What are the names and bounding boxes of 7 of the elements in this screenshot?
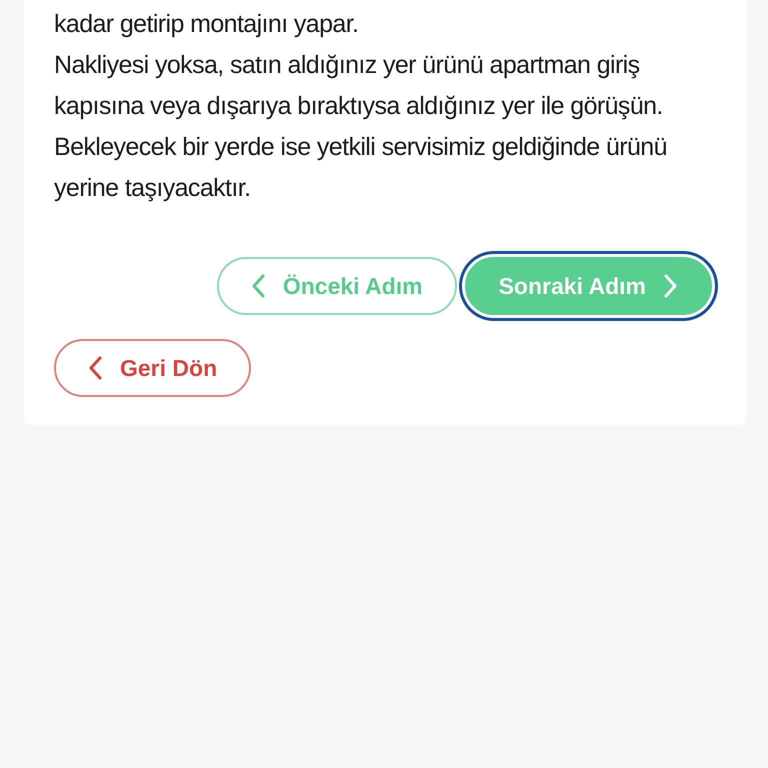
previous-step-button[interactable]: Önceki Adım [216, 257, 457, 315]
instruction-text: kadar getirip montajını yapar. [54, 9, 360, 40]
chevron-left-icon [88, 356, 102, 380]
instruction-text: Nakliyesi yoksa, satın aldığınız yer ürünü apartman giriş kapısına veya dışarıya bıraktıysa aldığınız yer ile görüşün. Bekleyecek bir yerde ise yetkili servisimiz geldiğinde ürünü yerine taşıyacaktır. [54, 50, 668, 204]
chevron-right-icon [664, 274, 678, 298]
chevron-left-icon [250, 274, 265, 298]
back-button[interactable]: Geri Dön [54, 339, 252, 397]
